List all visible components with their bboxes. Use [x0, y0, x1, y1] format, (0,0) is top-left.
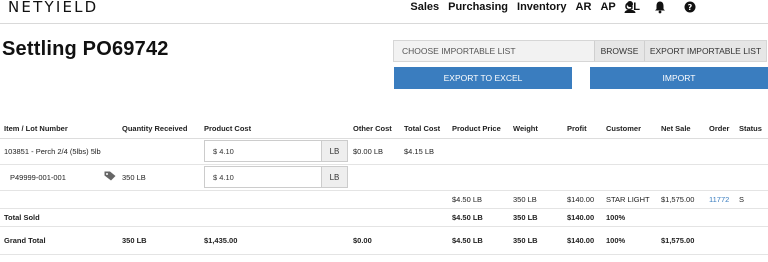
- browse-button[interactable]: BROWSE: [594, 41, 644, 61]
- grand-total-product-cost: $1,435.00: [200, 226, 349, 255]
- item-product-cost-cell: LB: [200, 138, 349, 165]
- settlement-table: Item / Lot Number Quantity Received Prod…: [0, 120, 768, 255]
- nav-item-ap[interactable]: AP: [600, 1, 615, 13]
- header-product-cost[interactable]: Product Cost: [200, 120, 349, 139]
- table-row-sale: $4.50 LB 350 LB $140.00 STAR LIGHT $1,57…: [0, 190, 768, 209]
- table-row-item: 103851 - Perch 2/4 (5lbs) 5lb LB $0.00 L…: [0, 138, 768, 165]
- sale-weight: 350 LB: [509, 190, 563, 209]
- import-button[interactable]: IMPORT: [590, 67, 768, 89]
- main-nav: Sales Purchasing Inventory AR AP GL: [410, 1, 640, 13]
- table-row-total-sold: Total Sold $4.50 LB 350 LB $140.00 100%: [0, 208, 768, 227]
- grand-total-customer: 100%: [602, 226, 657, 255]
- sale-customer: STAR LIGHT: [602, 190, 657, 209]
- table-row-lot: P49999-001-001 350 LB LB: [0, 164, 768, 191]
- total-sold-profit: $140.00: [563, 208, 602, 227]
- lot-cost-field: LB: [204, 166, 348, 188]
- nav-icons: ?: [624, 0, 696, 14]
- help-icon[interactable]: ?: [684, 0, 696, 14]
- lot-cell: P49999-001-001: [0, 164, 118, 191]
- header-total-cost[interactable]: Total Cost: [400, 120, 448, 139]
- lot-quantity: 350 LB: [118, 164, 200, 191]
- order-link[interactable]: 11772: [709, 195, 729, 204]
- sale-net-sale: $1,575.00: [657, 190, 705, 209]
- table-row-grand-total: Grand Total 350 LB $1,435.00 $0.00 $4.50…: [0, 226, 768, 255]
- grand-total-product-price: $4.50 LB: [448, 226, 509, 255]
- header-weight[interactable]: Weight: [509, 120, 563, 139]
- total-sold-customer: 100%: [602, 208, 657, 227]
- header-quantity-received[interactable]: Quantity Received: [118, 120, 200, 139]
- header-other-cost[interactable]: Other Cost: [349, 120, 400, 139]
- nav-item-purchasing[interactable]: Purchasing: [448, 1, 508, 13]
- grand-total-other-cost: $0.00: [349, 226, 400, 255]
- page-title: Settling PO69742: [2, 38, 169, 60]
- product-cost-input[interactable]: [205, 141, 321, 161]
- total-sold-label: Total Sold: [0, 208, 118, 227]
- header-order[interactable]: Order: [705, 120, 735, 139]
- header-status[interactable]: Status: [735, 120, 768, 139]
- bell-icon[interactable]: [654, 0, 666, 14]
- export-importable-list-button[interactable]: EXPORT IMPORTABLE LIST: [644, 41, 766, 61]
- header-customer[interactable]: Customer: [602, 120, 657, 139]
- logo[interactable]: NETYIELD: [8, 0, 98, 16]
- lot-product-cost-cell: LB: [200, 164, 349, 191]
- total-sold-product-price: $4.50 LB: [448, 208, 509, 227]
- item-quantity: [118, 138, 200, 165]
- svg-text:?: ?: [688, 3, 693, 12]
- importable-list-input[interactable]: [394, 41, 594, 61]
- lot-number: P49999-001-001: [10, 172, 66, 182]
- header-profit[interactable]: Profit: [563, 120, 602, 139]
- user-icon[interactable]: [624, 0, 636, 14]
- grand-total-net-sale: $1,575.00: [657, 226, 705, 255]
- total-sold-weight: 350 LB: [509, 208, 563, 227]
- top-nav-bar: NETYIELD Sales Purchasing Inventory AR A…: [0, 0, 768, 24]
- nav-item-sales[interactable]: Sales: [410, 1, 439, 13]
- export-to-excel-button[interactable]: EXPORT TO EXCEL: [394, 67, 572, 89]
- grand-total-profit: $140.00: [563, 226, 602, 255]
- item-other-cost: $0.00 LB: [349, 138, 400, 165]
- item-name: 103851 - Perch 2/4 (5lbs) 5lb: [0, 138, 118, 165]
- import-list-bar: BROWSE EXPORT IMPORTABLE LIST: [393, 40, 767, 62]
- sale-product-price: $4.50 LB: [448, 190, 509, 209]
- sale-profit: $140.00: [563, 190, 602, 209]
- lot-cost-input[interactable]: [205, 167, 321, 187]
- header-net-sale[interactable]: Net Sale: [657, 120, 705, 139]
- header-item-lot[interactable]: Item / Lot Number: [0, 120, 118, 139]
- header-product-price[interactable]: Product Price: [448, 120, 509, 139]
- grand-total-quantity: 350 LB: [118, 226, 200, 255]
- unit-addon: LB: [321, 167, 347, 187]
- nav-item-ar[interactable]: AR: [576, 1, 592, 13]
- item-total-cost: $4.15 LB: [400, 138, 448, 165]
- table-header-row: Item / Lot Number Quantity Received Prod…: [0, 120, 768, 139]
- nav-item-inventory[interactable]: Inventory: [517, 1, 567, 13]
- sale-status: S: [735, 190, 768, 209]
- product-cost-field: LB: [204, 140, 348, 162]
- grand-total-label: Grand Total: [0, 226, 118, 255]
- tag-icon[interactable]: [104, 171, 116, 183]
- unit-addon: LB: [321, 141, 347, 161]
- grand-total-weight: 350 LB: [509, 226, 563, 255]
